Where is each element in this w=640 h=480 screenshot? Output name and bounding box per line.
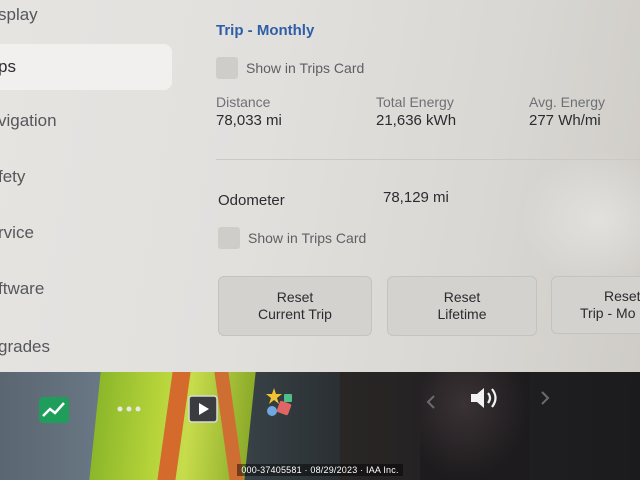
screen-glare — [520, 150, 640, 290]
trip-monthly-title: Trip - Monthly — [216, 22, 315, 39]
reset-trip-monthly-line2: Trip - Mo — [580, 305, 636, 321]
distance-stat: Distance 78,033 mi — [216, 94, 282, 129]
distance-value: 78,033 mi — [216, 112, 282, 129]
odometer-show-in-card-row[interactable]: Show in Trips Card — [218, 227, 366, 249]
trip-show-in-card-label: Show in Trips Card — [246, 60, 365, 76]
settings-screen: splay ps vigation fety rvice ftware grad… — [0, 0, 640, 372]
sidebar-item-upgrades[interactable]: grades — [0, 324, 172, 370]
play-icon[interactable] — [187, 392, 219, 426]
sidebar-item-service[interactable]: rvice — [0, 210, 172, 256]
avg-energy-value: 277 Wh/mi — [529, 112, 601, 129]
watermark-text: 000-37405581 · 08/29/2023 · IAA Inc. — [237, 464, 403, 476]
sidebar-item-label: fety — [0, 167, 26, 186]
trip-show-in-card-checkbox[interactable] — [216, 57, 238, 79]
reset-current-trip-button[interactable]: Reset Current Trip — [218, 276, 372, 336]
odometer-show-in-card-label: Show in Trips Card — [248, 230, 367, 246]
reset-lifetime-line1: Reset — [443, 289, 481, 305]
settings-sidebar: splay ps vigation fety rvice ftware grad… — [0, 0, 175, 372]
sidebar-item-display[interactable]: splay — [0, 0, 172, 38]
reset-current-trip-line2: Current Trip — [258, 306, 332, 322]
sidebar-item-safety[interactable]: fety — [0, 154, 172, 200]
more-icon[interactable] — [116, 402, 142, 416]
sidebar-item-label: ps — [0, 57, 16, 76]
avg-energy-stat: Avg. Energy 277 Wh/mi — [529, 94, 605, 129]
reset-lifetime-line2: Lifetime — [437, 306, 487, 322]
chevron-right-icon[interactable] — [538, 388, 552, 408]
sidebar-item-label: rvice — [0, 223, 34, 242]
odometer-label: Odometer — [218, 192, 285, 209]
odometer-show-in-card-checkbox[interactable] — [218, 227, 240, 249]
sidebar-item-label: grades — [0, 337, 50, 356]
sidebar-item-trips[interactable]: ps — [0, 44, 172, 90]
games-icon[interactable] — [262, 386, 296, 420]
section-divider — [216, 159, 640, 160]
distance-label: Distance — [216, 94, 271, 110]
energy-stat: Total Energy 21,636 kWh — [376, 94, 456, 129]
sidebar-item-software[interactable]: ftware — [0, 266, 172, 312]
watermark: 000-37405581 · 08/29/2023 · IAA Inc. — [0, 464, 640, 480]
volume-icon[interactable] — [468, 384, 504, 412]
trip-show-in-card-row[interactable]: Show in Trips Card — [216, 57, 364, 79]
chevron-left-icon[interactable] — [423, 392, 439, 412]
reset-lifetime-button[interactable]: Reset Lifetime — [387, 276, 537, 336]
reset-current-trip-line1: Reset — [276, 289, 314, 305]
energy-label: Total Energy — [376, 94, 454, 110]
chart-icon[interactable] — [38, 396, 70, 424]
avg-energy-label: Avg. Energy — [529, 94, 606, 110]
sidebar-item-label: splay — [0, 5, 38, 24]
reset-trip-monthly-button[interactable]: Reset Trip - Mo — [551, 276, 640, 334]
reset-trip-monthly-line1: Reset — [604, 288, 640, 304]
sidebar-item-label: ftware — [0, 279, 45, 298]
odometer-value: 78,129 mi — [383, 189, 449, 206]
sidebar-item-label: vigation — [0, 111, 57, 130]
energy-value: 21,636 kWh — [376, 112, 457, 129]
sidebar-item-navigation[interactable]: vigation — [0, 98, 172, 144]
